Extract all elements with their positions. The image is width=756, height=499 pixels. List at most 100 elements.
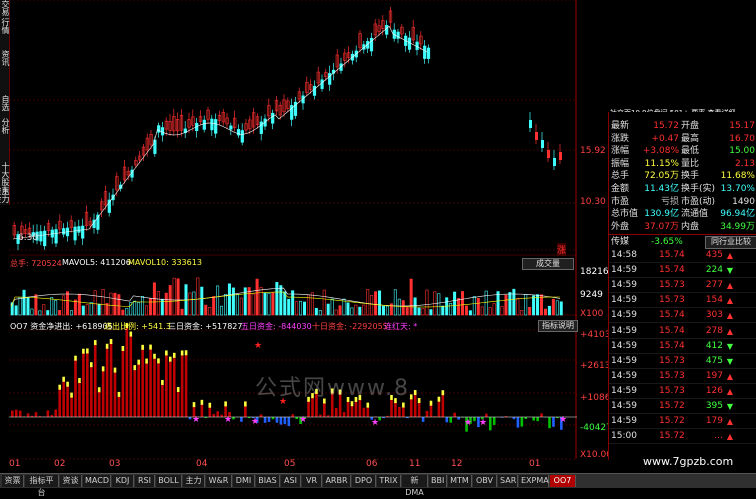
tab-trix[interactable]: TRIX [377,475,401,487]
quote-value: 13.70% [721,183,755,195]
volume-bar [449,303,451,315]
sidebar-item-3[interactable]: 自选 [0,95,9,111]
volume-bar [303,302,305,315]
tab-bbi[interactable]: BBI [429,475,447,487]
sidebar-item-2[interactable]: 资讯 [0,50,9,66]
tab-资谈[interactable]: 资谈 [60,475,82,487]
indicator-bar [169,361,172,417]
tab-expma[interactable]: EXPMA [519,475,549,487]
indicator-bar [410,398,413,417]
indicator-bar [122,350,125,417]
tick-price: 15.73 [659,370,685,383]
tab-指标平台[interactable]: 指标平台 [25,475,59,487]
volume-bar [86,304,88,315]
tab-vr[interactable]: VR [302,475,322,487]
volume-bar [394,290,396,315]
tick-volume: 197 [706,370,723,383]
star-marker-icon: ★ [192,415,200,425]
indicator-bar [457,417,460,420]
tab-rsi[interactable]: RSI [135,475,155,487]
tab-资票[interactable]: 资票 [2,475,24,487]
indicator-bar-cap [414,390,417,395]
volume-bar [197,278,199,315]
sidebar-item-0[interactable]: 交易 [0,0,9,16]
indicator-bar-cap [149,345,152,350]
quote-label: 换手(实) [681,183,715,195]
volume-bar [331,299,333,315]
volume-bar [548,306,550,315]
tick-row: 14:5815.74435▲ [609,249,756,263]
time-axis-label: 05 [284,459,295,469]
volume-bar [489,308,491,315]
indicator-ratio: 进出比例: +541.3 [104,321,171,332]
volume-bar [315,308,317,315]
volume-bar [224,294,226,315]
quote-label: 外盘 [611,221,629,233]
sidebar-item-4[interactable]: 分析 [0,118,9,134]
indicator-bar [442,394,445,417]
tick-row: 14:5915.73126▲ [609,385,756,399]
volume-bar [98,304,100,315]
tab-mtm[interactable]: MTM [448,475,472,487]
tab-oo7[interactable]: OO7 [550,475,576,487]
volume-bar [228,284,230,315]
quote-value: 11.15% [645,158,679,170]
indicator-bar-cap [209,403,212,408]
volume-bar [284,292,286,315]
quote-label: 振幅 [611,158,629,170]
indicator-bar [110,343,113,417]
price-axis-label-2: 10.30 [580,197,606,207]
indicator-bar-cap [438,397,441,402]
volume-bar [469,311,471,315]
tab-新dma[interactable]: 新DMA [402,475,428,487]
volume-bar [544,309,546,315]
tab-sar[interactable]: SAR [498,475,518,487]
volume-bar [78,294,80,315]
tick-row: 14:5915.73475▼ [609,355,756,369]
indicator-ten-day: 十日资金: -2292055 [312,321,388,332]
tick-volume: 154 [706,294,723,307]
industry-compare-button[interactable]: 同行业比较 [705,236,756,249]
volume-bar [82,306,84,315]
indicator-bar-cap [410,394,413,399]
indicator-bar [418,402,421,417]
tab-boll[interactable]: BOLL [156,475,182,487]
time-axis-label: 06 [366,459,377,469]
tab-macd[interactable]: MACD [83,475,111,487]
tab-bias[interactable]: BIAS [256,475,280,487]
tab-asi[interactable]: ASI [281,475,301,487]
tab-主力[interactable]: 主力 [183,475,205,487]
tick-arrow-icon: ▲ [727,385,733,398]
tick-arrow-icon: ▼ [727,355,733,368]
volume-bar [398,299,400,315]
tick-arrow-icon: ▲ [727,430,733,443]
time-axis-label: 12 [451,459,462,469]
tick-volume: 179 [706,415,723,428]
indicator-bar-cap [62,377,65,382]
indicator-bar [276,417,279,423]
volume-type-dropdown[interactable]: 成交量 [522,258,574,270]
sector-row: 传媒 -3.65% 同行业比较 [609,234,756,249]
tick-time: 14:59 [611,325,637,338]
indicator-bar-cap [94,340,97,345]
indicator-explain-button[interactable]: 指标说明 [538,320,578,332]
indicator-bar [94,344,97,417]
vol-axis-2: 9249 [580,290,603,300]
tab-obv[interactable]: OBV [473,475,497,487]
tab-dmi[interactable]: DMI [233,475,255,487]
indicator-bar-cap [133,365,136,370]
volume-bar [485,291,487,315]
volume-bar [90,302,92,315]
tab-arbr[interactable]: ARBR [323,475,351,487]
tab-kdj[interactable]: KDJ [112,475,134,487]
quote-label: 金额 [611,183,629,195]
tab-w&r[interactable]: W&R [206,475,232,487]
sidebar-item-6[interactable]: 主力资金 [0,185,9,205]
sidebar-item-1[interactable]: 行情 [0,18,9,34]
tick-time: 14:59 [611,370,637,383]
indicator-bar [185,354,188,417]
volume-bar [422,308,424,315]
volume-bar [532,296,534,315]
tab-dpo[interactable]: DPO [352,475,376,487]
candle-body [157,126,160,133]
